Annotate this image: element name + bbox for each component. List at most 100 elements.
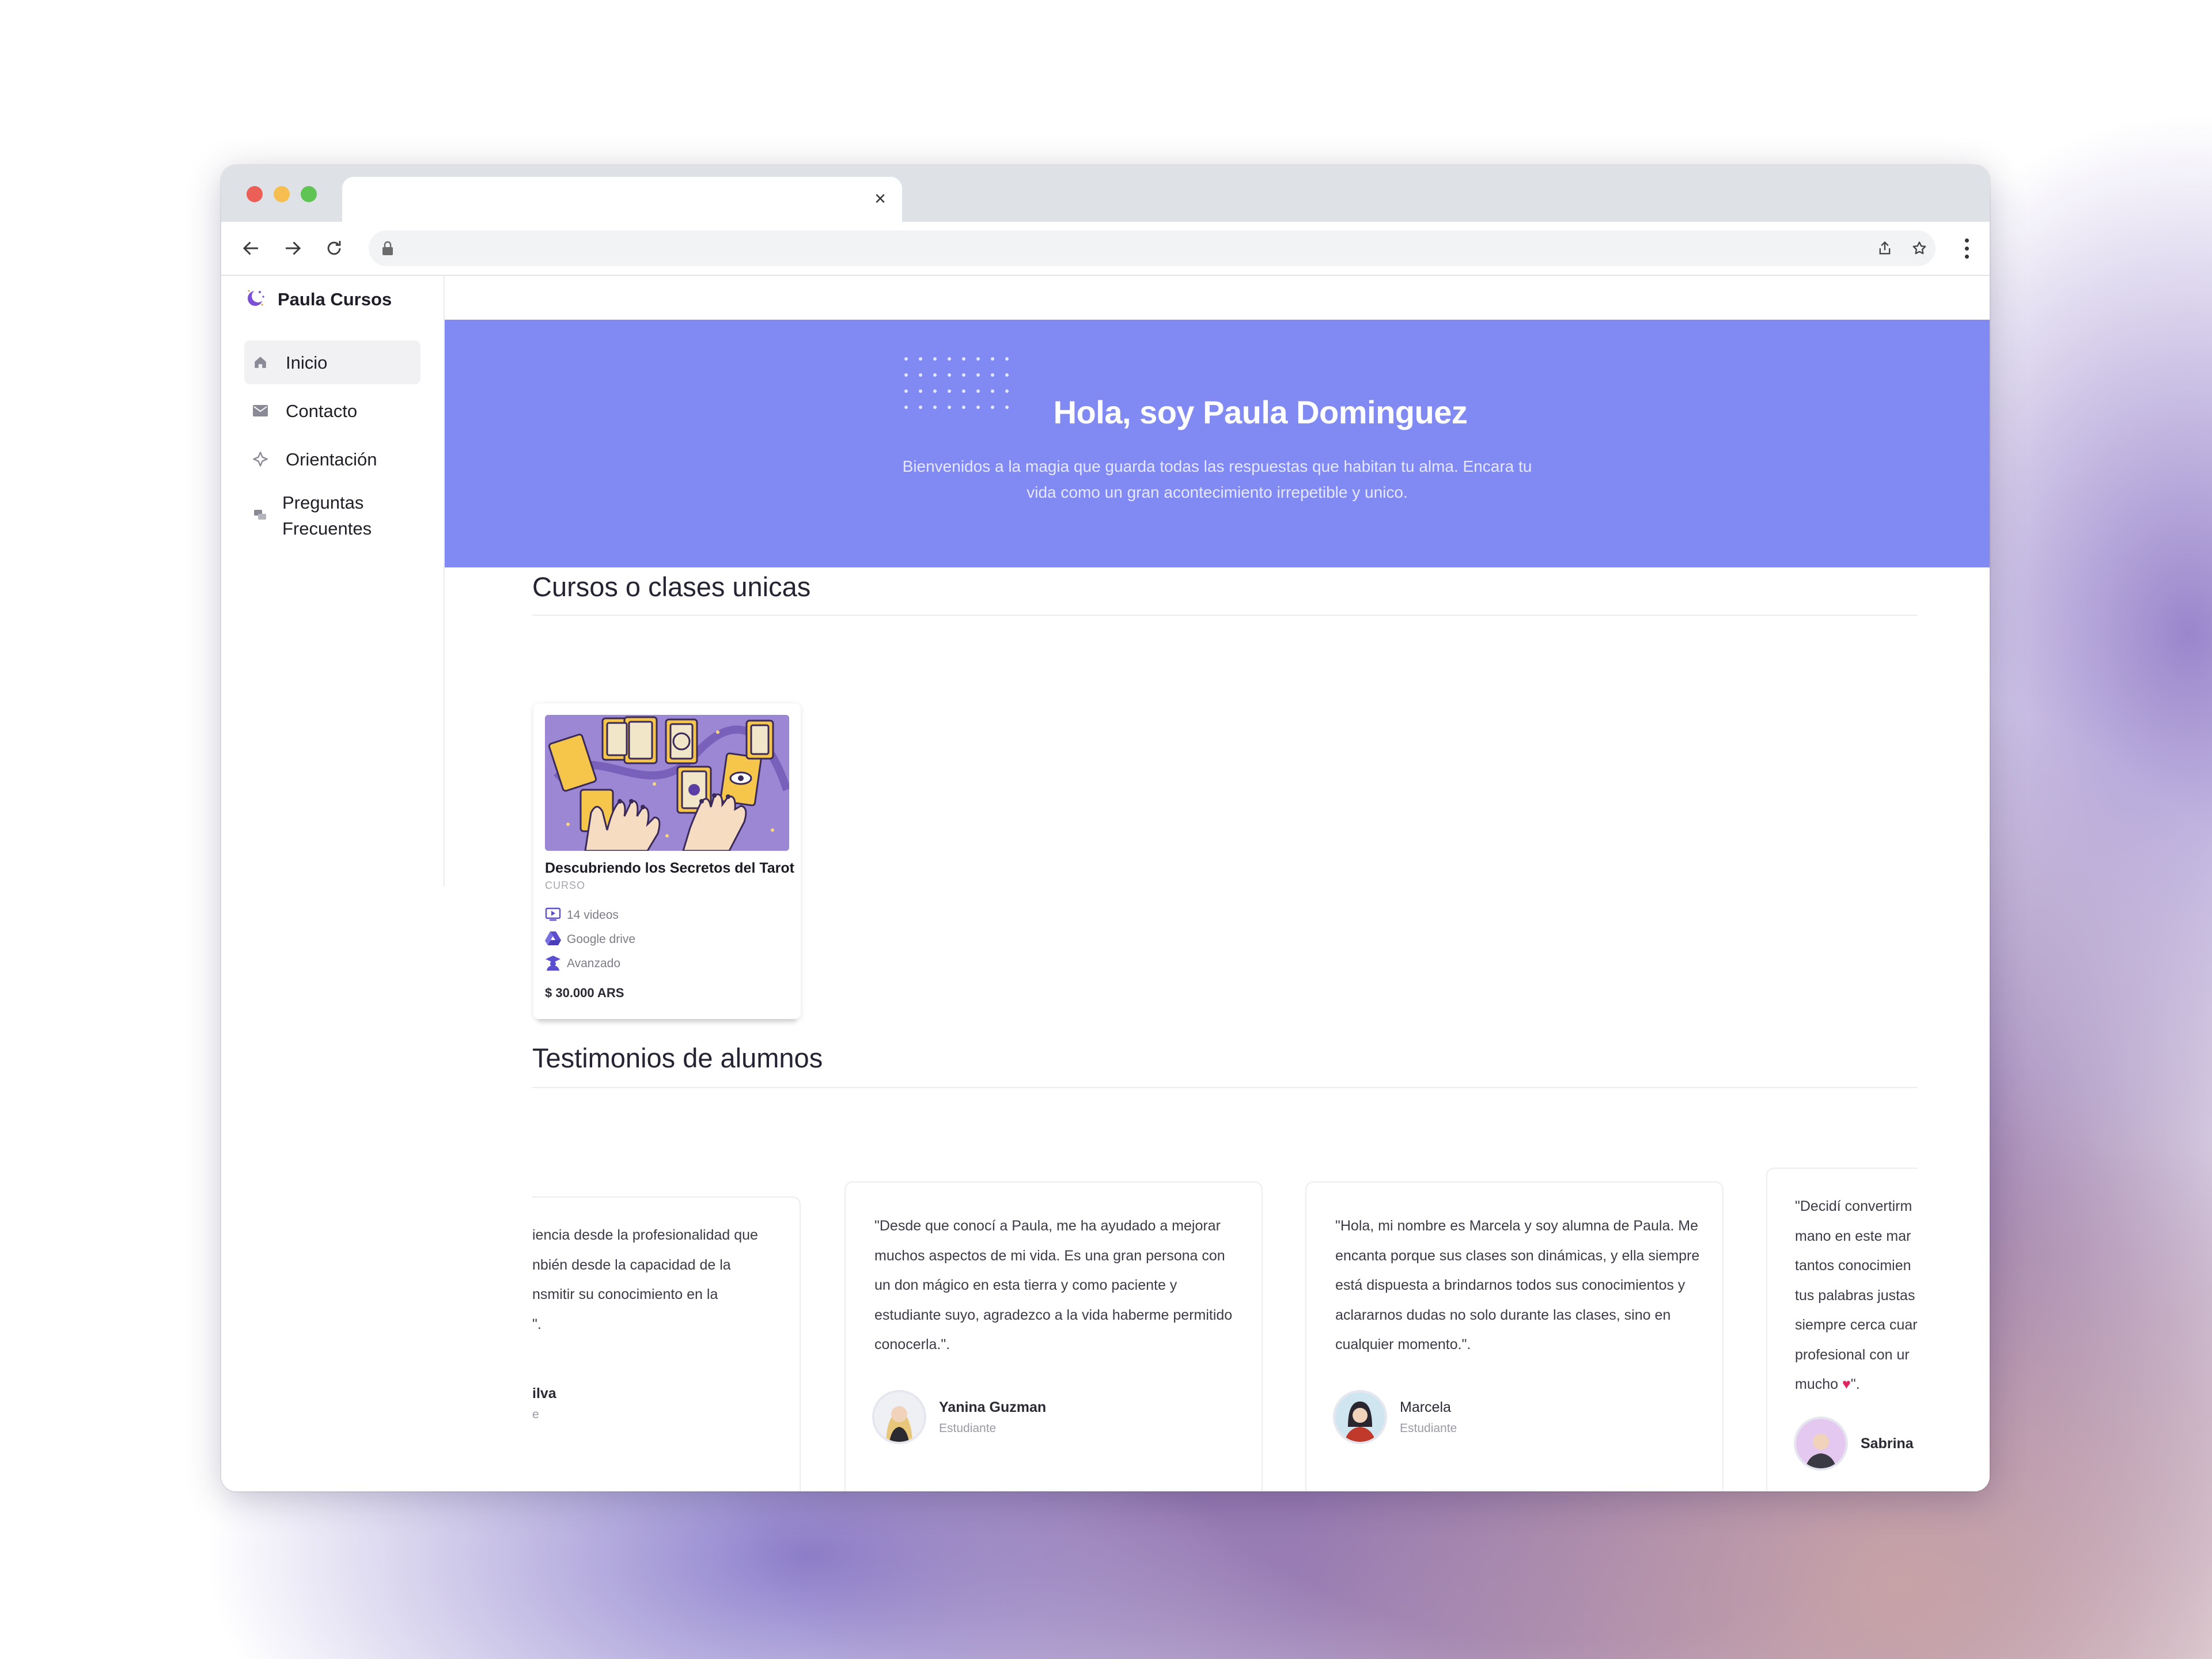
- decoration-dot: [1005, 373, 1009, 377]
- decoration-dot: [962, 389, 965, 393]
- testimonial-card: "Desde que conocí a Paula, me ha ayudado…: [844, 1181, 1263, 1491]
- tab-strip: ×: [221, 165, 1990, 222]
- decoration-dot: [976, 389, 980, 393]
- decoration-dot: [933, 373, 937, 377]
- courses-section-title: Cursos o clases unicas: [532, 571, 811, 602]
- close-tab-icon[interactable]: ×: [869, 187, 892, 210]
- decoration-dot: [1005, 389, 1009, 393]
- testimonials-section-title: Testimonios de alumnos: [532, 1043, 823, 1073]
- graduation-cap-icon: [545, 955, 561, 974]
- heart-icon: ♥: [1842, 1376, 1851, 1392]
- share-icon[interactable]: [1876, 239, 1894, 257]
- avatar: [1333, 1390, 1387, 1444]
- decoration-dot: [976, 373, 980, 377]
- decoration-dot: [904, 389, 908, 393]
- hero-title: Hola, soy Paula Dominguez: [1053, 394, 1468, 430]
- top-bar: [444, 276, 1990, 321]
- compass-icon: [252, 450, 268, 468]
- testimonial-name: Sabrina: [1861, 1435, 1914, 1452]
- decoration-dot: [948, 373, 951, 377]
- testimonial-role: Estudiante: [1400, 1421, 1457, 1435]
- sidebar-item-label: Preguntas Frecuentes: [282, 493, 372, 539]
- testimonial-name: Yanina Guzman: [939, 1399, 1047, 1415]
- app: Paula Cursos Inicio Contacto Orientación: [221, 276, 1990, 1491]
- forward-icon[interactable]: [279, 234, 306, 262]
- sidebar-item-contacto[interactable]: Contacto: [244, 389, 421, 433]
- lock-icon: [381, 241, 394, 259]
- decoration-dot: [976, 357, 980, 361]
- decoration-dot: [933, 389, 937, 393]
- course-videos: 14 videos: [545, 906, 619, 925]
- hero-subtitle: Bienvenidos a la magia que guarda todas …: [902, 457, 1532, 501]
- testimonial-card: "Hola, mi nombre es Marcela y soy alumna…: [1305, 1181, 1724, 1491]
- decoration-dot: [948, 389, 951, 393]
- decoration-dot: [904, 373, 908, 377]
- decoration-dot: [933, 357, 937, 361]
- decoration-dot: [919, 373, 922, 377]
- sidebar-item-inicio[interactable]: Inicio: [244, 340, 421, 384]
- google-drive-icon: [545, 931, 561, 949]
- close-window-button[interactable]: [247, 186, 263, 202]
- decoration-dot: [991, 389, 994, 393]
- minimize-window-button[interactable]: [274, 186, 290, 202]
- course-platform: Google drive: [545, 930, 635, 949]
- testimonial-person: ilva e: [532, 1385, 556, 1422]
- testimonial-person: Sabrina: [1794, 1416, 1914, 1471]
- decoration-dot: [991, 357, 994, 361]
- course-type-label: CURSO: [545, 880, 586, 891]
- reload-icon[interactable]: [320, 234, 348, 262]
- brand[interactable]: Paula Cursos: [244, 285, 392, 314]
- browser-tab[interactable]: ×: [342, 177, 902, 222]
- sidebar-item-preguntas-frecuentes[interactable]: Preguntas Frecuentes: [244, 487, 421, 544]
- testimonial-role: Estudiante: [939, 1421, 997, 1435]
- sidebar-item-label: Orientación: [286, 449, 377, 469]
- course-videos-label: 14 videos: [567, 908, 619, 922]
- bookmark-star-icon[interactable]: [1910, 239, 1929, 257]
- decoration-dot: [1005, 357, 1009, 361]
- browser-menu-icon[interactable]: [1960, 234, 1974, 262]
- course-level-label: Avanzado: [567, 957, 621, 970]
- testimonial-card: iencia desde la profesionalidad que nbié…: [532, 1196, 801, 1491]
- address-bar[interactable]: [369, 230, 1936, 266]
- testimonial-card: "Decidí convertirm mano en este mar tant…: [1766, 1168, 1918, 1491]
- decoration-dot: [948, 357, 951, 361]
- testimonials-carousel[interactable]: iencia desde la profesionalidad que nbié…: [532, 1168, 1918, 1491]
- browser-toolbar: [221, 222, 1990, 276]
- sidebar-item-orientacion[interactable]: Orientación: [244, 437, 421, 481]
- decoration-dot: [962, 357, 965, 361]
- avatar: [1794, 1416, 1848, 1471]
- course-platform-label: Google drive: [567, 933, 636, 946]
- sidebar: Paula Cursos Inicio Contacto Orientación: [221, 276, 445, 887]
- mail-icon: [252, 404, 268, 417]
- brand-name: Paula Cursos: [278, 289, 392, 309]
- maximize-window-button[interactable]: [301, 186, 317, 202]
- sidebar-item-label: Contacto: [286, 400, 358, 421]
- back-icon[interactable]: [237, 234, 265, 262]
- browser-window: × Paula Cursos Inicio Contacto Orientaci…: [221, 165, 1990, 1491]
- testimonial-quote: "Decidí convertirm mano en este mar tant…: [1795, 1192, 1918, 1400]
- testimonial-quote: "Desde que conocí a Paula, me ha ayudado…: [874, 1218, 1233, 1353]
- testimonials-divider: [532, 1087, 1918, 1088]
- testimonial-quote-text: "Decidí convertirm mano en este mar tant…: [1795, 1198, 1918, 1392]
- decoration-dot: [919, 357, 922, 361]
- testimonial-name: ilva: [532, 1385, 556, 1402]
- course-image-tarot: [545, 715, 789, 851]
- testimonial-name: Marcela: [1400, 1399, 1451, 1415]
- sidebar-item-label: Inicio: [286, 352, 328, 373]
- testimonial-quote: "Hola, mi nombre es Marcela y soy alumna…: [1335, 1218, 1700, 1353]
- course-level: Avanzado: [545, 955, 620, 973]
- moon-logo-icon: [244, 287, 266, 312]
- testimonial-role: e: [532, 1408, 539, 1421]
- avatar: [872, 1390, 926, 1444]
- course-price: $ 30.000 ARS: [545, 986, 624, 1000]
- testimonial-quote: iencia desde la profesionalidad que nbié…: [532, 1227, 758, 1332]
- chat-icon: [252, 510, 268, 521]
- course-title: Descubriendo los Secretos del Tarot: [545, 860, 794, 876]
- decoration-dot: [904, 357, 908, 361]
- hero-banner: Hola, soy Paula Dominguez Bienvenidos a …: [445, 320, 1990, 567]
- decoration-dot: [991, 373, 994, 377]
- decoration-dot: [919, 389, 922, 393]
- decoration-dot: [962, 373, 965, 377]
- course-card[interactable]: Descubriendo los Secretos del Tarot CURS…: [533, 703, 801, 1019]
- testimonial-quote-end: ".: [1850, 1376, 1860, 1392]
